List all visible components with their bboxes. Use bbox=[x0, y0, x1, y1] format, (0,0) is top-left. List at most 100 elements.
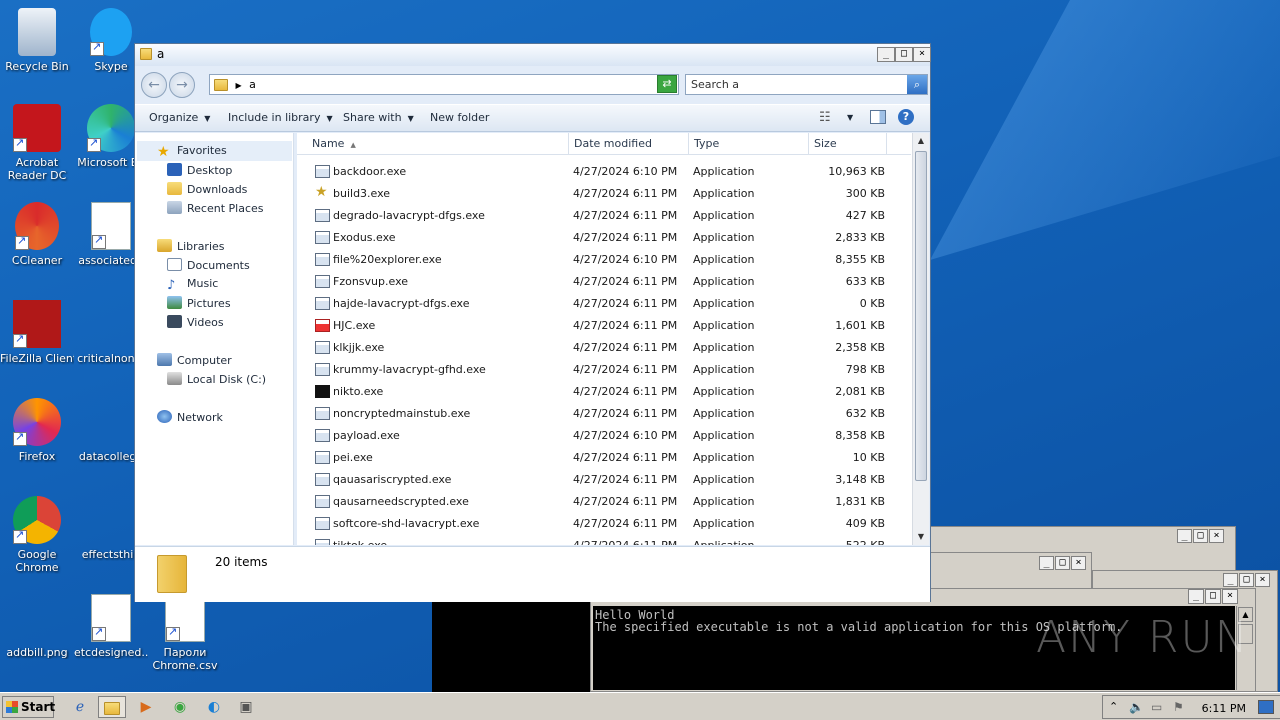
scroll-thumb[interactable] bbox=[915, 151, 927, 481]
include-in-library-button[interactable]: Include in library ▼ bbox=[228, 111, 333, 124]
column-date-modified[interactable]: Date modified bbox=[569, 133, 689, 155]
nav-favorites[interactable]: ★ Favorites bbox=[157, 144, 227, 159]
minimize-icon[interactable]: _ bbox=[877, 47, 895, 62]
folder-icon bbox=[140, 48, 152, 60]
column-type[interactable]: Type bbox=[689, 133, 809, 155]
file-row[interactable]: klkjjk.exe 4/27/2024 6:11 PM Application 2,… bbox=[297, 337, 911, 359]
nav-documents[interactable]: Documents bbox=[167, 258, 250, 272]
edge-icon[interactable]: ◐ bbox=[200, 696, 228, 718]
preview-pane-icon[interactable] bbox=[870, 110, 886, 124]
clock[interactable]: 6:11 PM bbox=[1202, 702, 1246, 715]
console-window-left[interactable] bbox=[432, 600, 590, 692]
tray-expand-icon[interactable]: ⌃ bbox=[1109, 700, 1118, 713]
start-button[interactable]: Start bbox=[2, 696, 55, 718]
include-in-library-label: Include in library bbox=[228, 111, 321, 124]
file-row[interactable]: payload.exe 4/27/2024 6:10 PM Application 8… bbox=[297, 425, 911, 447]
search-icon[interactable]: ⌕ bbox=[907, 75, 927, 94]
media-player-icon[interactable]: ▶ bbox=[132, 696, 160, 718]
file-name: degrado-lavacrypt-dfgs.exe bbox=[333, 209, 485, 222]
explorer-titlebar[interactable]: a _ □ × bbox=[135, 44, 931, 66]
nav-music[interactable]: ♪ Music bbox=[167, 277, 218, 292]
speaker-icon[interactable]: 🔈 bbox=[1129, 700, 1144, 714]
nav-desktop[interactable]: Desktop bbox=[167, 163, 232, 177]
desktop-icon-word-doc[interactable]: etcdesigned... bbox=[74, 594, 148, 659]
maximize-icon[interactable]: □ bbox=[1239, 573, 1254, 587]
desktop-icon-firefox[interactable]: Firefox bbox=[0, 398, 74, 463]
desktop-icon-csv-file[interactable]: ПаролиChrome.csv bbox=[148, 594, 222, 672]
nav-recent-places[interactable]: Recent Places bbox=[167, 201, 264, 215]
close-icon[interactable]: × bbox=[1222, 589, 1238, 604]
file-row[interactable]: pei.exe 4/27/2024 6:11 PM Application 10 KB bbox=[297, 447, 911, 469]
desktop-icon-png-file[interactable]: addbill.png bbox=[0, 594, 74, 659]
search-input[interactable]: Search a ⌕ bbox=[685, 74, 928, 95]
nav-computer[interactable]: Computer bbox=[157, 353, 232, 367]
nav-downloads[interactable]: Downloads bbox=[167, 182, 247, 196]
column-size[interactable]: Size bbox=[809, 133, 887, 155]
desktop-icon-chrome[interactable]: GoogleChrome bbox=[0, 496, 74, 574]
show-desktop-icon[interactable] bbox=[1258, 700, 1274, 714]
file-row[interactable]: Fzonsvup.exe 4/27/2024 6:11 PM Application… bbox=[297, 271, 911, 293]
maximize-icon[interactable]: □ bbox=[1205, 589, 1221, 604]
file-row[interactable]: hajde-lavacrypt-dfgs.exe 4/27/2024 6:11 P… bbox=[297, 293, 911, 315]
desktop-icon-ccleaner[interactable]: CCleaner bbox=[0, 202, 74, 267]
explorer-taskbar-icon[interactable] bbox=[98, 696, 126, 718]
maximize-icon[interactable]: □ bbox=[895, 47, 913, 62]
desktop-icon-filezilla[interactable]: FileZilla Client bbox=[0, 300, 74, 365]
console-taskbar-icon[interactable]: ▣ bbox=[232, 696, 260, 718]
column-name[interactable]: Name ▲ bbox=[297, 133, 569, 155]
view-options-icon[interactable]: ☷ bbox=[819, 110, 831, 125]
nav-pictures[interactable]: Pictures bbox=[167, 296, 231, 310]
minimize-icon[interactable]: _ bbox=[1223, 573, 1238, 587]
file-row[interactable]: softcore-shd-lavacrypt.exe 4/27/2024 6:11… bbox=[297, 513, 911, 535]
share-with-button[interactable]: Share with ▼ bbox=[343, 111, 414, 124]
file-row[interactable]: nikto.exe 4/27/2024 6:11 PM Application 2,0… bbox=[297, 381, 911, 403]
internet-explorer-icon[interactable]: ℯ bbox=[66, 696, 94, 718]
close-icon[interactable]: × bbox=[1209, 529, 1224, 543]
desktop-icon-acrobat[interactable]: AcrobatReader DC bbox=[0, 104, 74, 182]
vertical-scrollbar[interactable]: ▲ ▼ bbox=[912, 133, 929, 545]
file-date: 4/27/2024 6:11 PM bbox=[573, 319, 678, 332]
file-row[interactable]: backdoor.exe 4/27/2024 6:10 PM Application… bbox=[297, 161, 911, 183]
file-row[interactable]: file%20explorer.exe 4/27/2024 6:10 PM Appl… bbox=[297, 249, 911, 271]
file-row[interactable]: qauasariscrypted.exe 4/27/2024 6:11 PM App… bbox=[297, 469, 911, 491]
desktop-icon-recycle-bin[interactable]: Recycle Bin bbox=[0, 8, 74, 73]
forward-arrow-icon[interactable]: → bbox=[169, 72, 195, 98]
close-icon[interactable]: × bbox=[913, 47, 931, 62]
close-icon[interactable]: × bbox=[1071, 556, 1086, 570]
flag-icon[interactable]: ⚑ bbox=[1173, 700, 1184, 714]
close-icon[interactable]: × bbox=[1255, 573, 1270, 587]
scroll-up-icon[interactable]: ▲ bbox=[914, 134, 928, 148]
address-bar[interactable]: ▶ a ▼ bbox=[209, 74, 679, 95]
file-row[interactable]: noncryptedmainstub.exe 4/27/2024 6:11 PM A… bbox=[297, 403, 911, 425]
network-tray-icon[interactable]: ▭ bbox=[1151, 700, 1162, 714]
file-row[interactable]: HJC.exe 4/27/2024 6:11 PM Application 1,601… bbox=[297, 315, 911, 337]
chrome-icon[interactable]: ◉ bbox=[166, 696, 194, 718]
back-arrow-icon[interactable]: ← bbox=[141, 72, 167, 98]
app-icon bbox=[315, 407, 330, 420]
minimize-icon[interactable]: _ bbox=[1177, 529, 1192, 543]
file-row[interactable]: krummy-lavacrypt-gfhd.exe 4/27/2024 6:11 … bbox=[297, 359, 911, 381]
file-row[interactable]: tiktok.exe 4/27/2024 6:11 PM Application 52… bbox=[297, 535, 911, 545]
nav-network[interactable]: Network bbox=[157, 410, 223, 424]
nav-videos[interactable]: Videos bbox=[167, 315, 224, 329]
chevron-down-icon[interactable]: ▼ bbox=[847, 113, 853, 122]
nav-local-disk[interactable]: Local Disk (C:) bbox=[167, 372, 266, 386]
help-icon[interactable]: ? bbox=[898, 109, 914, 125]
file-name: pei.exe bbox=[333, 451, 373, 464]
minimize-icon[interactable]: _ bbox=[1188, 589, 1204, 604]
file-row[interactable]: Exodus.exe 4/27/2024 6:11 PM Application 2,… bbox=[297, 227, 911, 249]
file-row[interactable]: degrado-lavacrypt-dfgs.exe 4/27/2024 6:11… bbox=[297, 205, 911, 227]
minimize-icon[interactable]: _ bbox=[1039, 556, 1054, 570]
column-headers: Name ▲ Date modified Type Size bbox=[297, 133, 911, 155]
maximize-icon[interactable]: □ bbox=[1193, 529, 1208, 543]
scroll-down-icon[interactable]: ▼ bbox=[914, 530, 928, 544]
chevron-right-icon[interactable]: ▶ bbox=[236, 81, 242, 90]
refresh-icon[interactable]: ⇄ bbox=[657, 75, 677, 93]
file-row[interactable]: ★ build3.exe 4/27/2024 6:11 PM Application 3… bbox=[297, 183, 911, 205]
maximize-icon[interactable]: □ bbox=[1055, 556, 1070, 570]
explorer-window[interactable]: a _ □ × ← → ▶ a ▼ ⇄ Search a ⌕ Organize ▼… bbox=[134, 43, 931, 602]
new-folder-button[interactable]: New folder bbox=[430, 111, 489, 124]
organize-button[interactable]: Organize ▼ bbox=[149, 111, 210, 124]
nav-libraries[interactable]: Libraries bbox=[157, 239, 225, 253]
file-row[interactable]: qausarneedscrypted.exe 4/27/2024 6:11 PM A… bbox=[297, 491, 911, 513]
